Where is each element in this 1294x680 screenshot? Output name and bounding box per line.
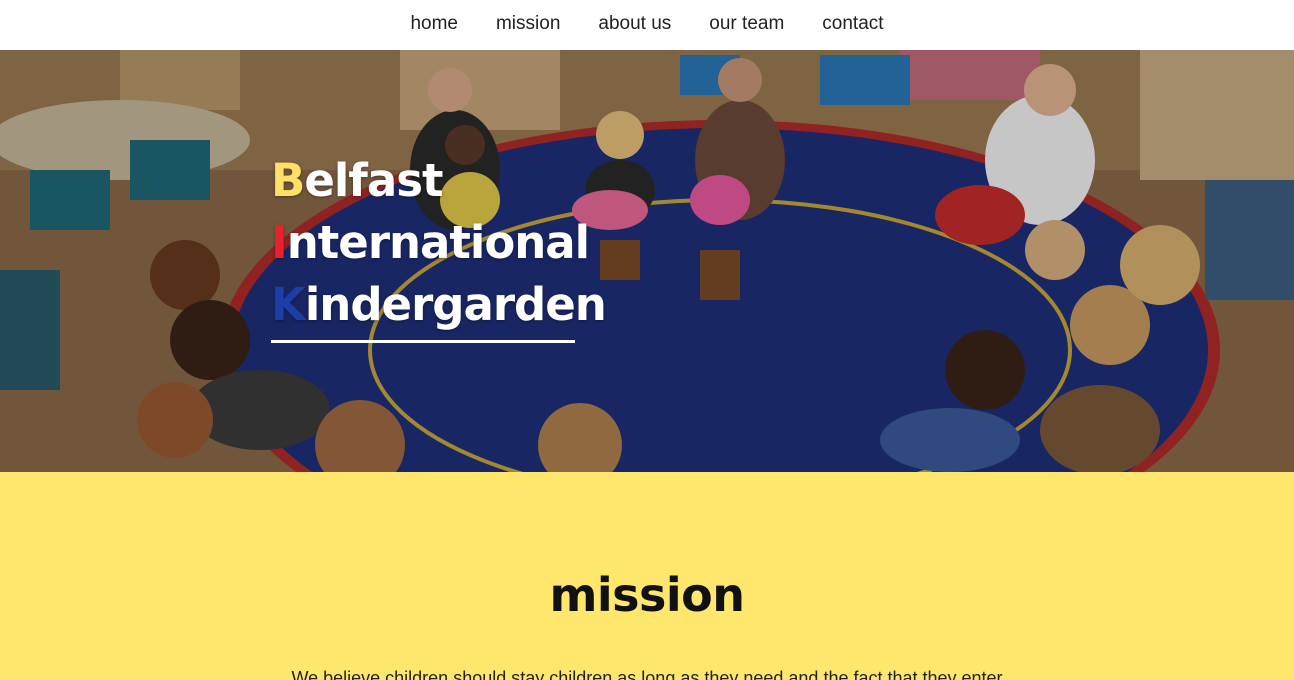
- brand-rest-belfast: elfast: [304, 154, 443, 207]
- hero-banner: [0, 50, 1294, 472]
- brand-title: Belfast International Kindergarden: [271, 150, 607, 336]
- brand-initial-k: K: [271, 278, 306, 331]
- nav-link-mission[interactable]: mission: [496, 13, 560, 37]
- nav-link-about-us[interactable]: about us: [598, 13, 671, 37]
- nav-link-contact[interactable]: contact: [822, 13, 883, 37]
- brand-initial-b: B: [271, 154, 305, 207]
- nav-link-home[interactable]: home: [410, 13, 458, 37]
- nav-link-our-team[interactable]: our team: [709, 13, 784, 37]
- brand-line-belfast: Belfast: [271, 150, 606, 212]
- mission-text: We believe children should stay children…: [291, 668, 1003, 680]
- mission-heading: mission: [549, 568, 745, 622]
- mission-section: mission We believe children should stay …: [0, 472, 1294, 680]
- hero-dim-overlay: [0, 50, 1294, 472]
- brand-initial-i: I: [271, 216, 288, 269]
- brand-rest-kindergarden: indergarden: [304, 278, 607, 331]
- brand-line-kindergarden: Kindergarden: [271, 274, 607, 336]
- brand-underline-divider: [271, 340, 575, 343]
- brand-rest-international: nternational: [286, 216, 590, 269]
- brand-line-international: International: [271, 212, 606, 274]
- top-navigation: home mission about us our team contact: [0, 0, 1294, 50]
